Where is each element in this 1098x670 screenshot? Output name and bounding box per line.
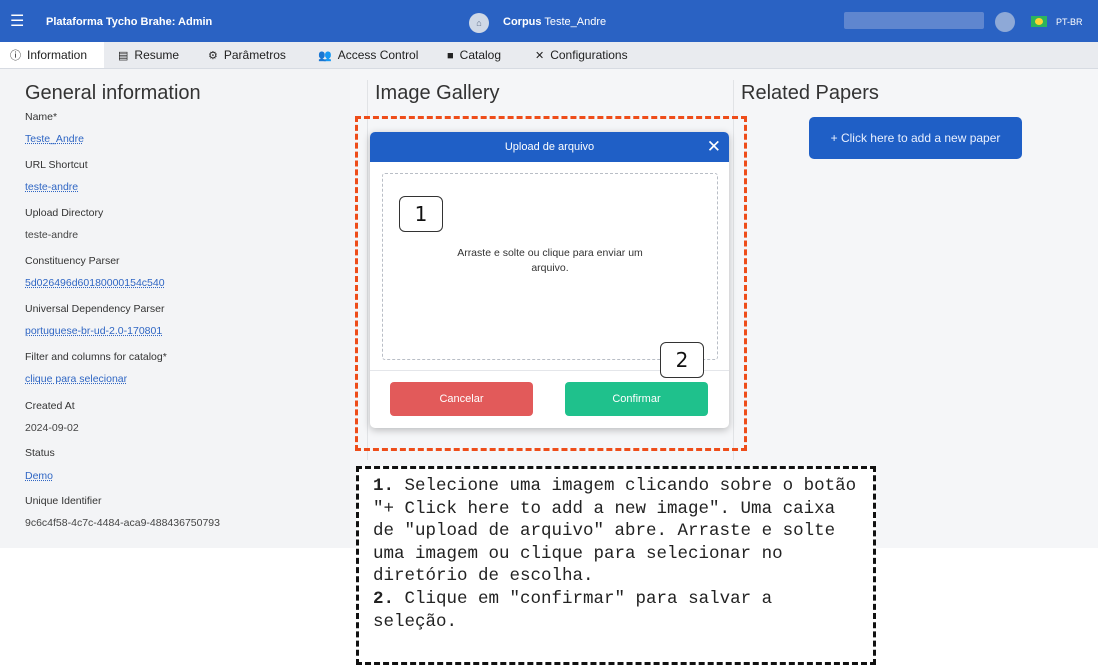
- url-shortcut-value[interactable]: teste-andre: [25, 181, 78, 193]
- step-marker-2: 2: [660, 342, 704, 378]
- field-label: Name*: [25, 111, 58, 123]
- created-at-value: 2024-09-02: [25, 422, 79, 434]
- step-number: 1.: [373, 476, 395, 496]
- brand-title[interactable]: Plataforma Tycho Brahe: Admin: [46, 16, 212, 28]
- field-label: Universal Dependency Parser: [25, 303, 165, 315]
- tab-label: Parâmetros: [223, 48, 286, 62]
- upload-directory-value: teste-andre: [25, 229, 79, 241]
- cancel-button[interactable]: Cancelar: [390, 382, 533, 416]
- step-text: Clique em "confirmar" para salvar a sele…: [373, 588, 773, 632]
- step-marker-1: 1: [399, 196, 443, 232]
- ud-parser-value[interactable]: portuguese-br-ud-2.0-170801: [25, 325, 162, 337]
- dropzone-text: Arraste e solte ou clique para enviar um…: [457, 247, 643, 274]
- info-icon: ⓘ: [10, 50, 21, 62]
- corpus-label: Corpus: [503, 16, 542, 28]
- book-icon: ■: [447, 50, 454, 62]
- status-value[interactable]: Demo: [25, 470, 53, 482]
- hamburger-icon[interactable]: ☰: [10, 11, 24, 31]
- field-label: Status: [25, 447, 55, 459]
- confirm-button[interactable]: Confirmar: [565, 382, 708, 416]
- field-label: Filter and columns for catalog*: [25, 351, 167, 363]
- instructions-box: 1. Selecione uma imagem clicando sobre o…: [356, 466, 876, 665]
- add-paper-button[interactable]: + Click here to add a new paper: [809, 117, 1022, 159]
- field-label: Created At: [25, 400, 75, 412]
- unique-identifier-value: 9c6c4f58-4c7c-4484-aca9-488436750793: [25, 517, 220, 529]
- tab-label: Configurations: [550, 48, 628, 62]
- users-icon: 👥: [318, 50, 332, 62]
- user-name-blurred[interactable]: [844, 12, 984, 29]
- tools-icon: ✕: [535, 50, 545, 62]
- constituency-parser-value[interactable]: 5d026496d60180000154c540: [25, 277, 165, 289]
- related-papers-title: Related Papers: [741, 82, 879, 104]
- document-icon: ▤: [118, 50, 129, 62]
- corpus-icon: ⌂: [469, 13, 489, 33]
- name-value[interactable]: Teste_Andre: [25, 133, 84, 145]
- image-gallery-title: Image Gallery: [375, 82, 500, 104]
- brazil-flag-icon[interactable]: [1031, 16, 1047, 27]
- tab-label: Catalog: [459, 48, 502, 62]
- modal-title: Upload de arquivo: [370, 132, 729, 162]
- top-navbar: ☰ Plataforma Tycho Brahe: Admin ⌂ Corpus…: [0, 0, 1098, 42]
- tab-catalog[interactable]: ■ Catalog: [447, 42, 501, 68]
- field-label: Unique Identifier: [25, 495, 102, 507]
- tab-resume[interactable]: ▤ Resume: [118, 42, 179, 68]
- field-label: URL Shortcut: [25, 159, 88, 171]
- tab-label: Access Control: [337, 48, 419, 62]
- upload-modal: Upload de arquivo ✕ Arraste e solte ou c…: [370, 132, 729, 428]
- tab-configurations[interactable]: ✕ Configurations: [535, 42, 628, 68]
- corpus-name: Teste_Andre: [544, 16, 607, 28]
- close-icon[interactable]: ✕: [707, 132, 721, 162]
- tab-label: Resume: [134, 48, 180, 62]
- tab-label: Information: [27, 48, 88, 62]
- tab-access-control[interactable]: 👥 Access Control: [318, 42, 418, 68]
- corpus-indicator[interactable]: Corpus Teste_Andre: [503, 16, 606, 28]
- field-label: Constituency Parser: [25, 255, 120, 267]
- tab-information[interactable]: ⓘ Information: [0, 42, 104, 68]
- field-label: Upload Directory: [25, 207, 104, 219]
- avatar[interactable]: [995, 12, 1015, 32]
- gears-icon: ⚙: [208, 50, 218, 62]
- general-information-title: General information: [25, 82, 201, 104]
- step-number: 2.: [373, 588, 395, 609]
- language-label[interactable]: PT-BR: [1056, 17, 1083, 27]
- step-text: Selecione uma imagem clicando sobre o bo…: [373, 476, 857, 587]
- catalog-filter-value[interactable]: clique para selecionar: [25, 373, 127, 385]
- tab-parametros[interactable]: ⚙ Parâmetros: [208, 42, 286, 68]
- tab-bar: ⓘ Information ▤ Resume ⚙ Parâmetros 👥 Access…: [0, 42, 1098, 69]
